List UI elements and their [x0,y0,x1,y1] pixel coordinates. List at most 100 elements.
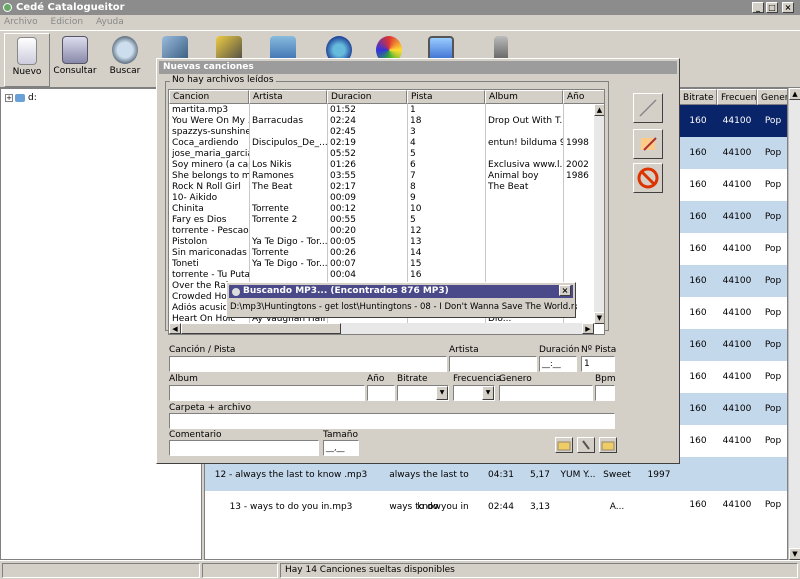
cell-duracion: 02:19 [330,138,356,148]
table-scrollbar[interactable]: ▲ ▼ [788,88,800,560]
drive-icon [15,93,25,102]
row13-size: 3,13 [529,502,551,512]
scroll-up-icon[interactable]: ▲ [594,104,604,116]
npista-label: Nº Pista [581,345,617,355]
genero-input[interactable] [499,385,593,401]
cell-pista: 14 [410,248,422,258]
col-anio[interactable]: Año [563,90,604,104]
buscar-button[interactable]: Buscar [102,33,148,87]
side-button-cancel[interactable] [633,163,663,193]
chevron-down-icon[interactable]: ▼ [436,386,448,400]
npista-input[interactable]: 1 [581,356,615,372]
status-text: Hay 14 Canciones sueltas disponibles [280,563,798,578]
cell-pista: 5 [410,149,416,159]
statusbar: Hay 14 Canciones sueltas disponibles [0,560,800,579]
col-artista[interactable]: Artista [249,90,327,104]
cell-duracion: 00:09 [330,193,356,203]
artista-input[interactable] [449,356,537,372]
album-label: Album [169,374,198,384]
cell-artista: Ramones [252,171,294,181]
cell-bitrate: 160 [689,340,707,350]
cell-album: Exclusiva www.l... [488,160,563,170]
duracion-input[interactable]: __:__ [539,356,577,372]
cell-pista: 8 [410,182,416,192]
cancion-input[interactable] [169,356,447,372]
cell-album [485,259,563,270]
cell-cancion: torrente - Tu Puta... [172,270,249,280]
consultar-button[interactable]: Consultar [52,33,98,87]
scroll-up-icon[interactable]: ▲ [789,88,800,100]
scroll-down-icon[interactable]: ▼ [594,312,604,324]
cell-pista: 18 [410,116,422,126]
cell-pista: 4 [410,138,416,148]
cell-pista: 12 [410,226,422,236]
carpeta-label: Carpeta + archivo [169,403,252,413]
comentario-input[interactable] [169,440,319,456]
cell-duracion: 00:12 [330,204,356,214]
tamano-input[interactable]: __,__ [323,440,359,456]
cell-frecuencia: 44100 [722,116,752,126]
cell-bitrate: 160 [689,372,707,382]
tree-item-d[interactable]: + d: [5,92,37,104]
cell-album [485,105,563,116]
status-pane-1 [2,563,200,578]
col-pista[interactable]: Pista [407,90,485,104]
cell-album: The Beat [488,182,529,192]
genero-label: Genero [499,374,532,384]
anio-input[interactable] [367,385,395,401]
col-duracion[interactable]: Duracion [327,90,407,104]
list-vscroll[interactable]: ▲ ▼ [594,104,604,324]
group-label: No hay archivos leídos [170,75,276,85]
cell-pista: 10 [410,204,422,214]
cell-frecuencia: 44100 [722,244,752,254]
side-button-edit[interactable] [633,129,663,159]
carpeta-input[interactable] [169,413,615,429]
tamano-label: Tamaño [323,430,359,440]
col-album[interactable]: Album [485,90,563,104]
side-button-line[interactable] [633,93,663,123]
maximize-button[interactable]: □ [766,2,778,13]
cell-artista [249,226,327,237]
open-folder-button[interactable] [555,437,573,453]
cell-artista [249,193,327,204]
frecuencia-select[interactable]: ▼ [453,385,495,401]
book-icon [62,36,88,64]
album-input[interactable] [169,385,365,401]
buscar-label: Buscar [109,66,141,76]
bitrate-select[interactable]: ▼ [397,385,449,401]
cell-album [485,193,563,204]
save-folder-button[interactable] [599,437,617,453]
cell-cancion: 10- Aikido [172,193,218,203]
cell-frecuencia: 44100 [722,276,752,286]
expand-icon[interactable]: + [5,93,13,102]
cancel-icon [637,167,659,189]
menubar: Archivo Edicion Ayuda [0,15,800,30]
header-bitrate[interactable]: Bitrate [679,89,717,105]
cell-artista: Torrente 2 [252,215,298,225]
cell-cancion: jose_maria_garcia... [172,149,249,159]
menu-edicion[interactable]: Edicion [51,17,84,27]
bpm-input[interactable] [595,385,615,401]
menu-archivo[interactable]: Archivo [4,17,38,27]
magnifier-icon [112,36,138,64]
cell-duracion: 01:26 [330,160,356,170]
cell-frecuencia: 44100 [722,340,752,350]
header-genero[interactable]: Genero [757,89,787,105]
header-frecuencia[interactable]: Frecuen... [717,89,765,105]
tools-button[interactable] [577,437,595,453]
cell-artista: Barracudas [252,116,304,126]
cell-frecuencia: 44100 [722,404,752,414]
close-button[interactable]: × [782,2,794,13]
col-cancion[interactable]: Cancion [169,90,249,104]
cell-artista [249,270,327,281]
nuevo-button[interactable]: Nuevo [4,33,50,87]
cell-frecuencia: 44100 [722,372,752,382]
cell-duracion: 00:04 [330,270,356,280]
cell-cancion: Coca_ardiendo [172,138,239,148]
cell-genero: Pop [764,404,782,414]
chevron-down-icon[interactable]: ▼ [482,386,494,400]
menu-ayuda[interactable]: Ayuda [96,17,124,27]
popup-close-button[interactable]: × [559,285,571,296]
minimize-button[interactable]: _ [752,2,764,13]
scroll-down-icon[interactable]: ▼ [789,548,800,560]
